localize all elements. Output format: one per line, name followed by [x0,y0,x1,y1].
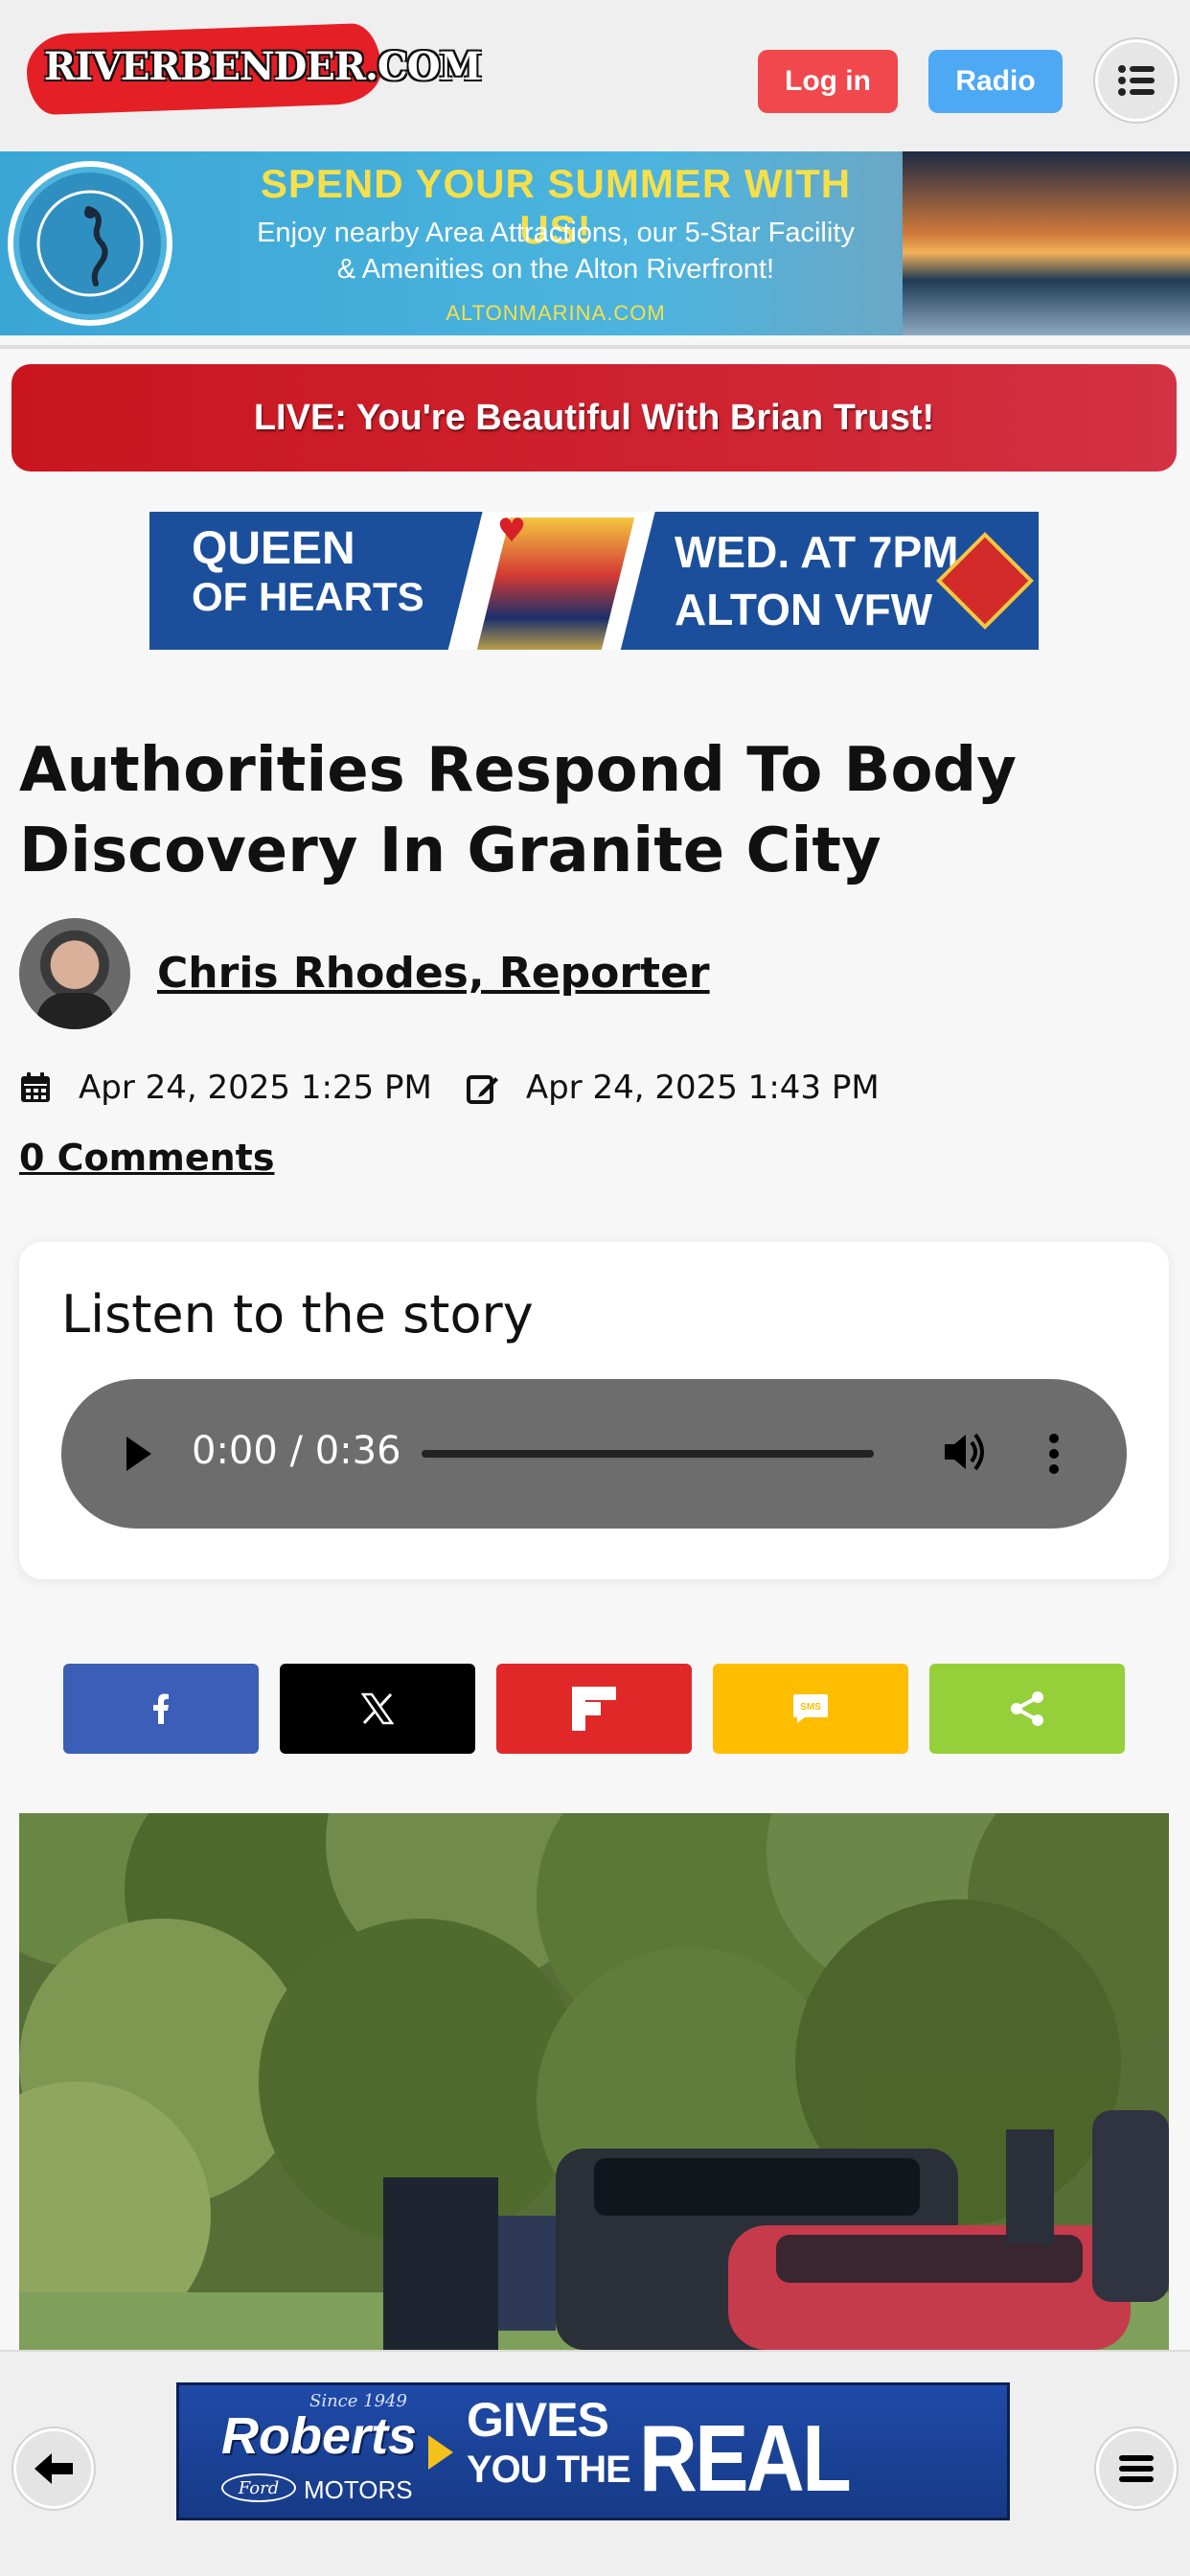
bottom-menu-button[interactable] [1096,2428,1177,2509]
edit-icon [466,1075,498,1104]
bottom-nav-bar: Since 1949 Roberts Ford MOTORS GIVES YOU… [0,2350,1190,2576]
qoh-time: WED. AT 7PM [675,527,959,577]
qoh-location: ALTON VFW [675,585,933,634]
author-avatar[interactable] [19,918,130,1029]
audio-time: 0:00 / 0:36 [192,1429,401,1473]
share-x-button[interactable] [280,1664,475,1754]
marina-line-2: & Amenities on the Alton Riverfront! [336,254,775,285]
facebook-icon [153,1693,169,1724]
share-icon [1011,1691,1043,1726]
qoh-line-2: OF HEARTS [192,574,424,619]
queen-card-image: ♥ [443,512,657,650]
play-icon[interactable] [119,1431,157,1477]
roberts-you-the: YOU THE [467,2449,631,2491]
published-date: Apr 24, 2025 1:25 PM [79,1069,432,1107]
sms-icon: SMS [793,1694,828,1723]
roberts-motors-ad[interactable]: Since 1949 Roberts Ford MOTORS GIVES YOU… [176,2382,1010,2520]
seahorse-logo [8,161,172,326]
marina-url: ALTONMARINA.COM [446,301,666,325]
sunset-image [903,151,1190,335]
roberts-real-deal: REAL DEAL [639,2405,852,2518]
logo-text: RIVERBENDER.COM [44,44,482,89]
audio-progress-bar[interactable] [422,1450,874,1458]
x-icon [361,1692,394,1725]
radio-button[interactable]: Radio [928,50,1063,113]
share-generic-button[interactable] [929,1664,1125,1754]
ford-logo: Ford [221,2473,296,2502]
updated-date: Apr 24, 2025 1:43 PM [525,1069,880,1107]
comments-link[interactable]: 0 Comments [19,1137,274,1179]
site-header: RIVERBENDER.COM Log in Radio [0,0,1190,151]
roberts-name: Roberts [221,2407,418,2465]
arrow-left-icon [34,2453,73,2484]
sms-label: SMS [800,1702,821,1713]
volume-icon[interactable] [939,1427,989,1477]
qoh-line-1: QUEEN [192,523,355,574]
article-photo[interactable] [19,1813,1169,2350]
hamburger-icon [1119,2455,1154,2482]
live-now-playing: LIVE: You're Beautiful With Brian Trust! [253,397,935,438]
queen-of-hearts-ad[interactable]: QUEEN OF HEARTS ♥ WED. AT 7PM ALTON VFW [149,512,1039,650]
roberts-gives: GIVES YOU THE [467,2393,631,2495]
header-divider [0,345,1190,349]
scene-image [19,1813,1169,2350]
roberts-motors: MOTORS [304,2475,413,2504]
riverbender-logo[interactable]: RIVERBENDER.COM [25,21,482,117]
live-radio-bar[interactable]: LIVE: You're Beautiful With Brian Trust! [11,364,1177,472]
listen-title: Listen to the story [61,1284,534,1345]
roberts-gives-line: GIVES [467,2393,609,2447]
share-flipboard-button[interactable] [496,1664,692,1754]
marina-body: Enjoy nearby Area Attractions, our 5-Sta… [220,215,891,288]
article-title: Authorities Respond To Body Discovery In… [19,735,1017,886]
list-icon [1118,65,1155,96]
listen-card: Listen to the story 0:00 / 0:36 [19,1242,1169,1579]
audio-player[interactable]: 0:00 / 0:36 [61,1379,1127,1529]
qoh-title: QUEEN OF HEARTS [192,525,424,621]
marina-line-1: Enjoy nearby Area Attractions, our 5-Sta… [257,218,855,248]
menu-button[interactable] [1095,39,1178,122]
calendar-icon [21,1072,50,1102]
article-dates: Apr 24, 2025 1:25 PM Apr 24, 2025 1:43 P… [19,1066,880,1110]
back-button[interactable] [13,2428,94,2509]
author-link[interactable]: Chris Rhodes, Reporter [157,949,710,998]
marina-ad-banner[interactable]: SPEND YOUR SUMMER WITH US! Enjoy nearby … [0,151,1190,335]
share-facebook-button[interactable] [63,1664,259,1754]
login-button[interactable]: Log in [758,50,898,113]
flipboard-icon [572,1687,616,1731]
more-options-icon[interactable] [1046,1431,1062,1477]
heart-icon: ♥ [496,512,527,550]
share-sms-button[interactable]: SMS [713,1664,908,1754]
qoh-schedule: WED. AT 7PM ALTON VFW [675,523,958,638]
triangle-arrow-icon [428,2435,453,2470]
